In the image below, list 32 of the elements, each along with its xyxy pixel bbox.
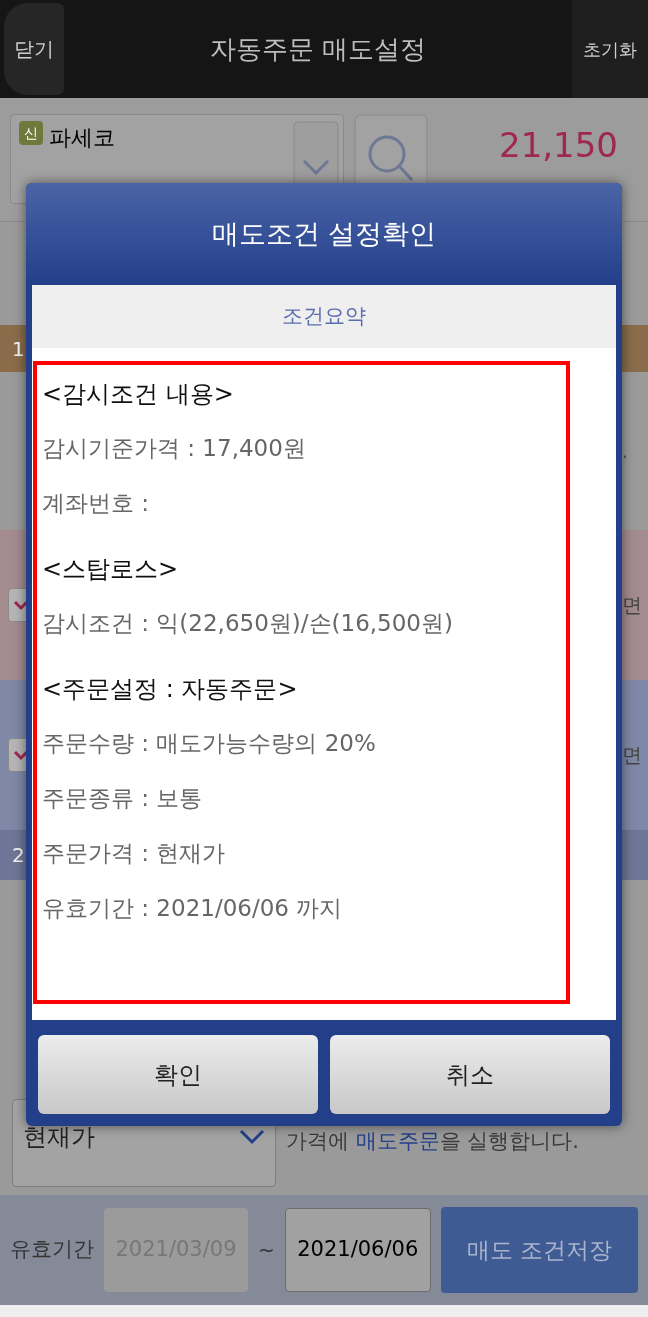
- instruction-text: 가격에 매도주문을 실행합니다.: [286, 1127, 580, 1155]
- reset-button[interactable]: 초기화: [572, 0, 648, 98]
- text-fragment: 면: [622, 742, 642, 769]
- summary-line: 유효기간 : 2021/06/06 까지: [42, 894, 343, 924]
- cancel-button[interactable]: 취소: [330, 1035, 610, 1114]
- confirm-button[interactable]: 확인: [38, 1035, 318, 1114]
- summary-line: 주문종류 : 보통: [42, 784, 203, 814]
- summary-line: 계좌번호 :: [42, 489, 150, 519]
- check-icon: [13, 599, 29, 611]
- summary-line: 주문수량 : 매도가능수량의 20%: [42, 729, 376, 759]
- section-number: 1: [12, 335, 25, 363]
- section-heading: <감시조건 내용>: [42, 379, 234, 410]
- stock-price: 21,150: [499, 124, 618, 167]
- section-heading: <스탑로스>: [42, 554, 179, 585]
- summary-line: 감시조건 : 익(22,650원)/손(16,500원): [42, 609, 453, 639]
- check-icon: [13, 749, 29, 761]
- summary-line: 주문가격 : 현재가: [42, 839, 226, 869]
- validity-label: 유효기간: [10, 1236, 94, 1264]
- credit-badge: 신: [19, 121, 43, 145]
- dialog-title: 매도조건 설정확인: [211, 216, 437, 251]
- summary-line: 감시기준가격 : 17,400원: [42, 434, 306, 464]
- section-number: 2: [12, 842, 25, 869]
- chevron-down-icon: [239, 1129, 265, 1145]
- text-fragment: 면: [622, 592, 642, 619]
- stock-name: 파세코: [49, 124, 116, 152]
- summary-title: 조건요약: [282, 302, 366, 330]
- end-date-field[interactable]: 2021/06/06: [284, 1208, 431, 1292]
- text-fragment: .: [621, 438, 628, 465]
- section-heading: <주문설정 : 자동주문>: [42, 674, 298, 705]
- range-separator: ~: [258, 1237, 275, 1264]
- window-title: 자동주문 매도설정: [209, 32, 427, 66]
- close-button[interactable]: 닫기: [4, 3, 64, 95]
